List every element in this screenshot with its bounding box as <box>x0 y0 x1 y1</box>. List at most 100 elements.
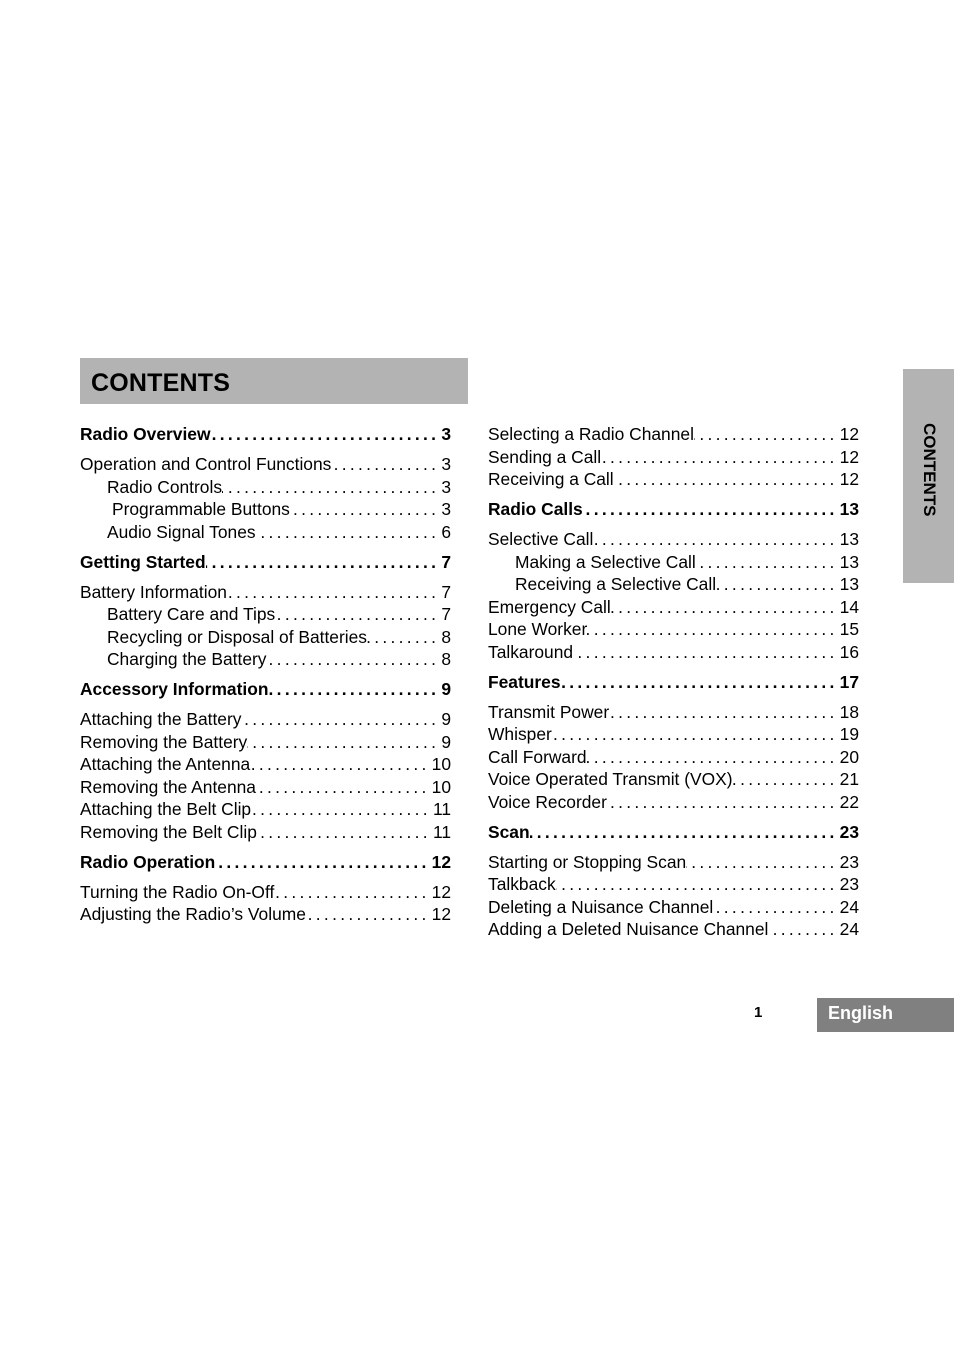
toc-entry[interactable]: Attaching the Belt Clip.................… <box>80 798 451 821</box>
toc-entry[interactable]: Attaching the Antenna...................… <box>80 753 451 776</box>
toc-entry-title: Deleting a Nuisance Channel <box>488 896 714 917</box>
toc-entry[interactable]: Charging the Battery....................… <box>80 648 451 671</box>
dot-leader: ........................................… <box>694 424 838 444</box>
toc-entry-page: 11 <box>432 821 451 842</box>
dot-leader: ........................................… <box>607 791 838 812</box>
toc-entry[interactable]: Selective Call..........................… <box>488 528 859 551</box>
toc-entry-page: 20 <box>839 746 859 767</box>
toc-entry-page: 10 <box>431 754 451 774</box>
toc-entry[interactable]: Sending a Call..........................… <box>488 446 859 469</box>
toc-entry-title: Radio Overview <box>80 424 211 444</box>
toc-entry-page: 13 <box>839 574 859 594</box>
toc-entry-title: Call Forward <box>488 746 587 767</box>
toc-entry[interactable]: Programmable Buttons....................… <box>80 498 451 521</box>
toc-entry-page: 9 <box>441 679 451 699</box>
page-number: 1 <box>754 1004 763 1021</box>
toc-entry[interactable]: Lone Worker.............................… <box>488 618 859 641</box>
toc-entry-title: Radio Controls <box>107 476 223 497</box>
toc-entry-page: 10 <box>431 776 451 797</box>
toc-section-entry[interactable]: Radio Operation.........................… <box>80 851 451 874</box>
toc-entry-page: 3 <box>441 476 451 497</box>
dot-leader: ........................................… <box>593 529 838 549</box>
language-tab[interactable]: English <box>817 998 954 1032</box>
toc-column-right: Selecting a Radio Channel...............… <box>488 423 859 941</box>
toc-entry-title: Adding a Deleted Nuisance Channel <box>488 919 769 939</box>
dot-leader: ........................................… <box>275 604 440 624</box>
toc-entry[interactable]: Battery Information.....................… <box>80 581 451 604</box>
toc-entry[interactable]: Operation and Control Functions.........… <box>80 453 451 476</box>
dot-leader: ........................................… <box>206 551 440 572</box>
toc-entry[interactable]: Receiving a Call........................… <box>488 468 859 491</box>
toc-entry-title: Radio Operation <box>80 851 216 872</box>
contents-header-bar: CONTENTS <box>80 358 468 404</box>
toc-entry-page: 13 <box>839 529 859 549</box>
toc-section-entry[interactable]: Radio Overview..........................… <box>80 423 451 446</box>
toc-entry-title: Operation and Control Functions <box>80 454 332 474</box>
toc-section-entry[interactable]: Scan....................................… <box>488 821 859 844</box>
dot-leader: ........................................… <box>609 701 838 722</box>
toc-entry-page: 7 <box>441 551 451 572</box>
toc-entry-title: Receiving a Call <box>488 469 614 489</box>
toc-entry[interactable]: Recycling or Disposal of Batteries......… <box>80 626 451 649</box>
toc-entry-title: Attaching the Antenna <box>80 754 251 774</box>
dot-leader: ........................................… <box>241 709 440 729</box>
toc-entry-page: 14 <box>839 596 859 617</box>
dot-leader: ........................................… <box>716 574 838 594</box>
dot-leader: ........................................… <box>614 469 838 489</box>
toc-entry[interactable]: Battery Care and Tips...................… <box>80 603 451 626</box>
toc-entry[interactable]: Deleting a Nuisance Channel.............… <box>488 896 859 919</box>
toc-entry-title: Removing the Antenna <box>80 776 256 797</box>
toc-entry[interactable]: Attaching the Battery...................… <box>80 708 451 731</box>
toc-section-entry[interactable]: Radio Calls.............................… <box>488 498 859 521</box>
dot-leader: ........................................… <box>587 619 838 639</box>
toc-entry-page: 23 <box>839 821 859 842</box>
toc-entry[interactable]: Turning the Radio On-Off................… <box>80 881 451 904</box>
toc-entry[interactable]: Talkback................................… <box>488 873 859 896</box>
toc-section-entry[interactable]: Accessory Information...................… <box>80 678 451 701</box>
toc-entry-page: 18 <box>839 701 859 722</box>
toc-entry-page: 24 <box>839 919 859 939</box>
toc-entry-page: 16 <box>839 641 859 662</box>
toc-entry[interactable]: Call Forward............................… <box>488 746 859 769</box>
toc-entry-title: Voice Recorder <box>488 791 607 812</box>
dot-leader: ........................................… <box>210 424 440 444</box>
toc-entry[interactable]: Voice Recorder..........................… <box>488 791 859 814</box>
toc-entry[interactable]: Removing the Antenna....................… <box>80 776 451 799</box>
dot-leader: ........................................… <box>227 581 440 602</box>
toc-entry[interactable]: Receiving a Selective Call..............… <box>488 573 859 596</box>
toc-entry-title: Selective Call <box>488 529 594 549</box>
toc-entry-page: 8 <box>441 626 451 647</box>
toc-entry[interactable]: Radio Controls..........................… <box>80 476 451 499</box>
toc-entry[interactable]: Adjusting the Radio’s Volume............… <box>80 903 451 926</box>
toc-entry[interactable]: Whisper.................................… <box>488 723 859 746</box>
toc-entry[interactable]: Selecting a Radio Channel...............… <box>488 423 859 446</box>
toc-entry[interactable]: Removing the Battery....................… <box>80 731 451 754</box>
toc-entry-page: 11 <box>432 799 451 819</box>
toc-entry-page: 3 <box>441 499 451 519</box>
dot-leader: ........................................… <box>268 679 440 699</box>
dot-leader: ........................................… <box>573 641 838 662</box>
toc-entry-title: Audio Signal Tones <box>107 521 256 542</box>
toc-entry-title: Attaching the Belt Clip <box>80 799 252 819</box>
toc-entry-title: Removing the Battery <box>80 731 248 752</box>
dot-leader: ........................................… <box>289 499 440 519</box>
toc-entry[interactable]: Making a Selective Call.................… <box>488 551 859 574</box>
toc-entry[interactable]: Talkaround..............................… <box>488 641 859 664</box>
toc-entry-title: Transmit Power <box>488 701 610 722</box>
toc-entry-page: 12 <box>431 851 451 872</box>
toc-section-entry[interactable]: Features................................… <box>488 671 859 694</box>
toc-entry[interactable]: Emergency Call..........................… <box>488 596 859 619</box>
toc-entry[interactable]: Voice Operated Transmit (VOX)...........… <box>488 768 859 791</box>
toc-entry[interactable]: Transmit Power..........................… <box>488 701 859 724</box>
toc-entry[interactable]: Removing the Belt Clip..................… <box>80 821 451 844</box>
toc-entry-title: Accessory Information <box>80 679 269 699</box>
toc-entry-title: Sending a Call <box>488 446 602 467</box>
toc-section-entry[interactable]: Getting Started.........................… <box>80 551 451 574</box>
dot-leader: ........................................… <box>247 731 440 752</box>
dot-leader: ........................................… <box>601 446 838 467</box>
toc-entry[interactable]: Audio Signal Tones......................… <box>80 521 451 544</box>
toc-entry[interactable]: Starting or Stopping Scan...............… <box>488 851 859 874</box>
toc-entry[interactable]: Adding a Deleted Nuisance Channel.......… <box>488 918 859 941</box>
toc-entry-page: 12 <box>839 469 859 489</box>
side-tab-contents[interactable]: CONTENTS <box>903 369 954 583</box>
